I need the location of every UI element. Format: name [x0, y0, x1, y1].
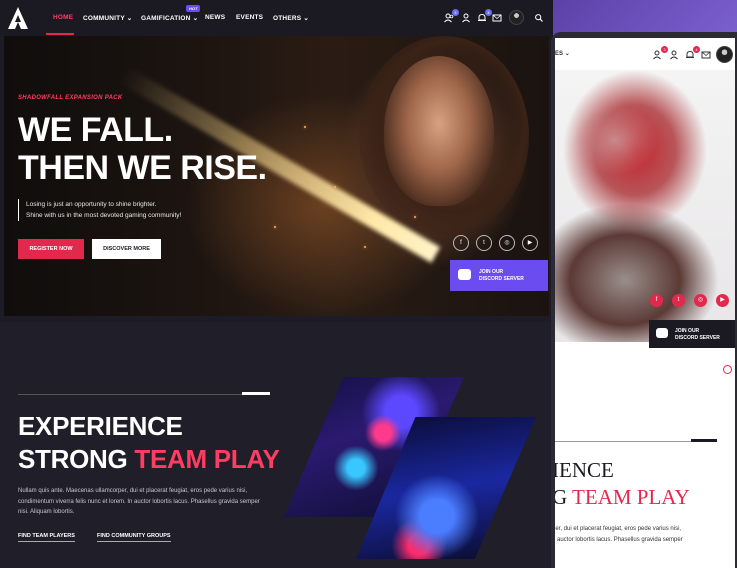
- facebook-icon[interactable]: f: [650, 294, 663, 307]
- mobile-navbar: ES ⌄ 3 4: [555, 38, 735, 71]
- section-title: IENCE G TEAM PLAY: [555, 457, 690, 511]
- join-discord-button[interactable]: JOIN OUR DISCORD SERVER: [450, 260, 548, 291]
- bell-icon[interactable]: 4: [477, 9, 492, 23]
- chevron-down-icon: ⌄: [192, 15, 199, 22]
- mobile-team-play-section: IENCE G TEAM PLAY ger, dui et placerat f…: [555, 350, 735, 568]
- spark: [274, 226, 276, 228]
- users-icon[interactable]: 4: [444, 9, 459, 23]
- nav-news[interactable]: NEWS: [205, 14, 225, 21]
- chevron-down-icon: ⌄: [126, 15, 133, 22]
- chevron-down-icon: ⌄: [303, 15, 309, 22]
- section-desc-line1: ger, dui et placerat feugiat, eros pede …: [555, 526, 682, 532]
- find-community-groups-link[interactable]: FIND COMMUNITY GROUPS: [97, 533, 171, 542]
- discord-line2: DISCORD SERVER: [479, 276, 524, 282]
- spark: [364, 246, 366, 248]
- section-divider-accent: [242, 392, 270, 395]
- discord-label: JOIN OUR DISCORD SERVER: [479, 269, 524, 283]
- instagram-icon[interactable]: ◎: [499, 235, 515, 251]
- users-badge: 4: [452, 9, 459, 16]
- facebook-icon[interactable]: f: [453, 235, 469, 251]
- chevron-down-icon: ⌄: [564, 51, 570, 57]
- user-icon[interactable]: [461, 13, 471, 23]
- discord-icon: [656, 328, 668, 338]
- mobile-hero-banner: f t ◎ ▶ JOIN OUR DISCORD SERVER: [555, 70, 735, 348]
- users-badge: 3: [661, 46, 668, 53]
- team-play-section: EXPERIENCE STRONG TEAM PLAY Nullam quis …: [0, 322, 553, 568]
- instagram-icon[interactable]: ◎: [694, 294, 707, 307]
- section-description: ger, dui et placerat feugiat, eros pede …: [555, 524, 683, 545]
- hero-banner: SHADOWFALL EXPANSION PACK WE FALL. THEN …: [4, 36, 549, 316]
- mobile-screen: ES ⌄ 3 4 f t ◎ ▶ JOIN OUR DISCORD SERVER…: [555, 38, 735, 568]
- youtube-icon[interactable]: ▶: [716, 294, 729, 307]
- section-title-line2: STRONG TEAM PLAY: [18, 443, 280, 476]
- bell-badge: 4: [485, 9, 492, 16]
- section-title: EXPERIENCE STRONG TEAM PLAY: [18, 410, 280, 476]
- section-desc-line1: Nullam quis ante. Maecenas ullamcorper, …: [18, 488, 248, 494]
- twitter-icon[interactable]: t: [672, 294, 685, 307]
- decorative-ring: [723, 365, 732, 374]
- discord-line2: DISCORD SERVER: [675, 335, 720, 341]
- nav-home[interactable]: HOME: [53, 14, 73, 21]
- spark: [334, 186, 336, 188]
- section-title-line1: IENCE: [555, 458, 614, 482]
- section-desc-line3: nisi. Aliquam lobortis.: [18, 509, 75, 515]
- section-title-line2: G TEAM PLAY: [555, 484, 690, 511]
- section-desc-line2: condimentum viverra felis nunc et lorem.…: [18, 498, 260, 505]
- section-title-accent: TEAM PLAY: [134, 444, 280, 474]
- mobile-mockup: ES ⌄ 3 4 f t ◎ ▶ JOIN OUR DISCORD SERVER…: [551, 32, 737, 568]
- nav-events[interactable]: EVENTS: [236, 14, 263, 21]
- hero-description: Losing is just an opportunity to shine b…: [18, 199, 181, 221]
- users-icon[interactable]: 3: [653, 46, 668, 60]
- user-icon[interactable]: [669, 50, 679, 60]
- hot-badge: HOT: [186, 5, 201, 12]
- section-title-accent: TEAM PLAY: [572, 485, 690, 509]
- hero-title-line2: THEN WE RISE.: [18, 149, 267, 187]
- section-divider-accent: [691, 439, 717, 442]
- desktop-mockup: HOME COMMUNITY ⌄ GAMIFICATION ⌄ HOT NEWS…: [0, 0, 553, 568]
- join-discord-button[interactable]: JOIN OUR DISCORD SERVER: [649, 320, 735, 348]
- section-title-plain: STRONG: [18, 444, 135, 474]
- hero-desc-line2: Shine with us in the most devoted gaming…: [26, 212, 182, 219]
- find-team-players-link[interactable]: FIND TEAM PLAYERS: [18, 533, 75, 542]
- youtube-icon[interactable]: ▶: [522, 235, 538, 251]
- search-icon[interactable]: [534, 13, 544, 23]
- avatar[interactable]: [716, 46, 733, 63]
- hero-title: WE FALL. THEN WE RISE.: [18, 111, 267, 187]
- twitter-icon[interactable]: t: [476, 235, 492, 251]
- nav-active-indicator: [46, 33, 74, 35]
- discord-line1: JOIN OUR: [675, 328, 700, 334]
- discord-icon: [458, 269, 471, 280]
- avatar[interactable]: [509, 10, 524, 25]
- hero-character-face: [384, 56, 494, 206]
- register-now-button[interactable]: REGISTER NOW: [18, 239, 84, 259]
- section-desc-line2: n auctor lobortis lacus. Phasellus gravi…: [555, 536, 683, 543]
- mail-icon[interactable]: [492, 13, 502, 23]
- section-divider: [18, 394, 270, 395]
- discover-more-button[interactable]: DISCOVER MORE: [92, 239, 161, 259]
- spark: [304, 126, 306, 128]
- bell-badge: 4: [693, 46, 700, 53]
- discord-line1: JOIN OUR: [479, 269, 504, 275]
- spark: [414, 216, 416, 218]
- mobile-nav-others[interactable]: ES ⌄: [555, 50, 570, 57]
- nav-others[interactable]: OTHERS ⌄: [273, 14, 309, 22]
- hero-tagline: SHADOWFALL EXPANSION PACK: [18, 95, 123, 101]
- section-title-line1: EXPERIENCE: [18, 411, 183, 441]
- hero-title-line1: WE FALL.: [18, 111, 173, 149]
- section-description: Nullam quis ante. Maecenas ullamcorper, …: [18, 486, 278, 518]
- bell-icon[interactable]: 4: [685, 46, 700, 60]
- mail-icon[interactable]: [701, 50, 711, 60]
- discord-label: JOIN OUR DISCORD SERVER: [675, 328, 720, 342]
- nav-community[interactable]: COMMUNITY ⌄: [83, 14, 132, 22]
- section-title-plain: G: [555, 485, 568, 509]
- nav-gamification[interactable]: GAMIFICATION ⌄: [141, 14, 198, 22]
- logo-icon[interactable]: [8, 7, 28, 29]
- top-navbar: HOME COMMUNITY ⌄ GAMIFICATION ⌄ HOT NEWS…: [0, 0, 553, 36]
- hero-desc-line1: Losing is just an opportunity to shine b…: [26, 201, 157, 208]
